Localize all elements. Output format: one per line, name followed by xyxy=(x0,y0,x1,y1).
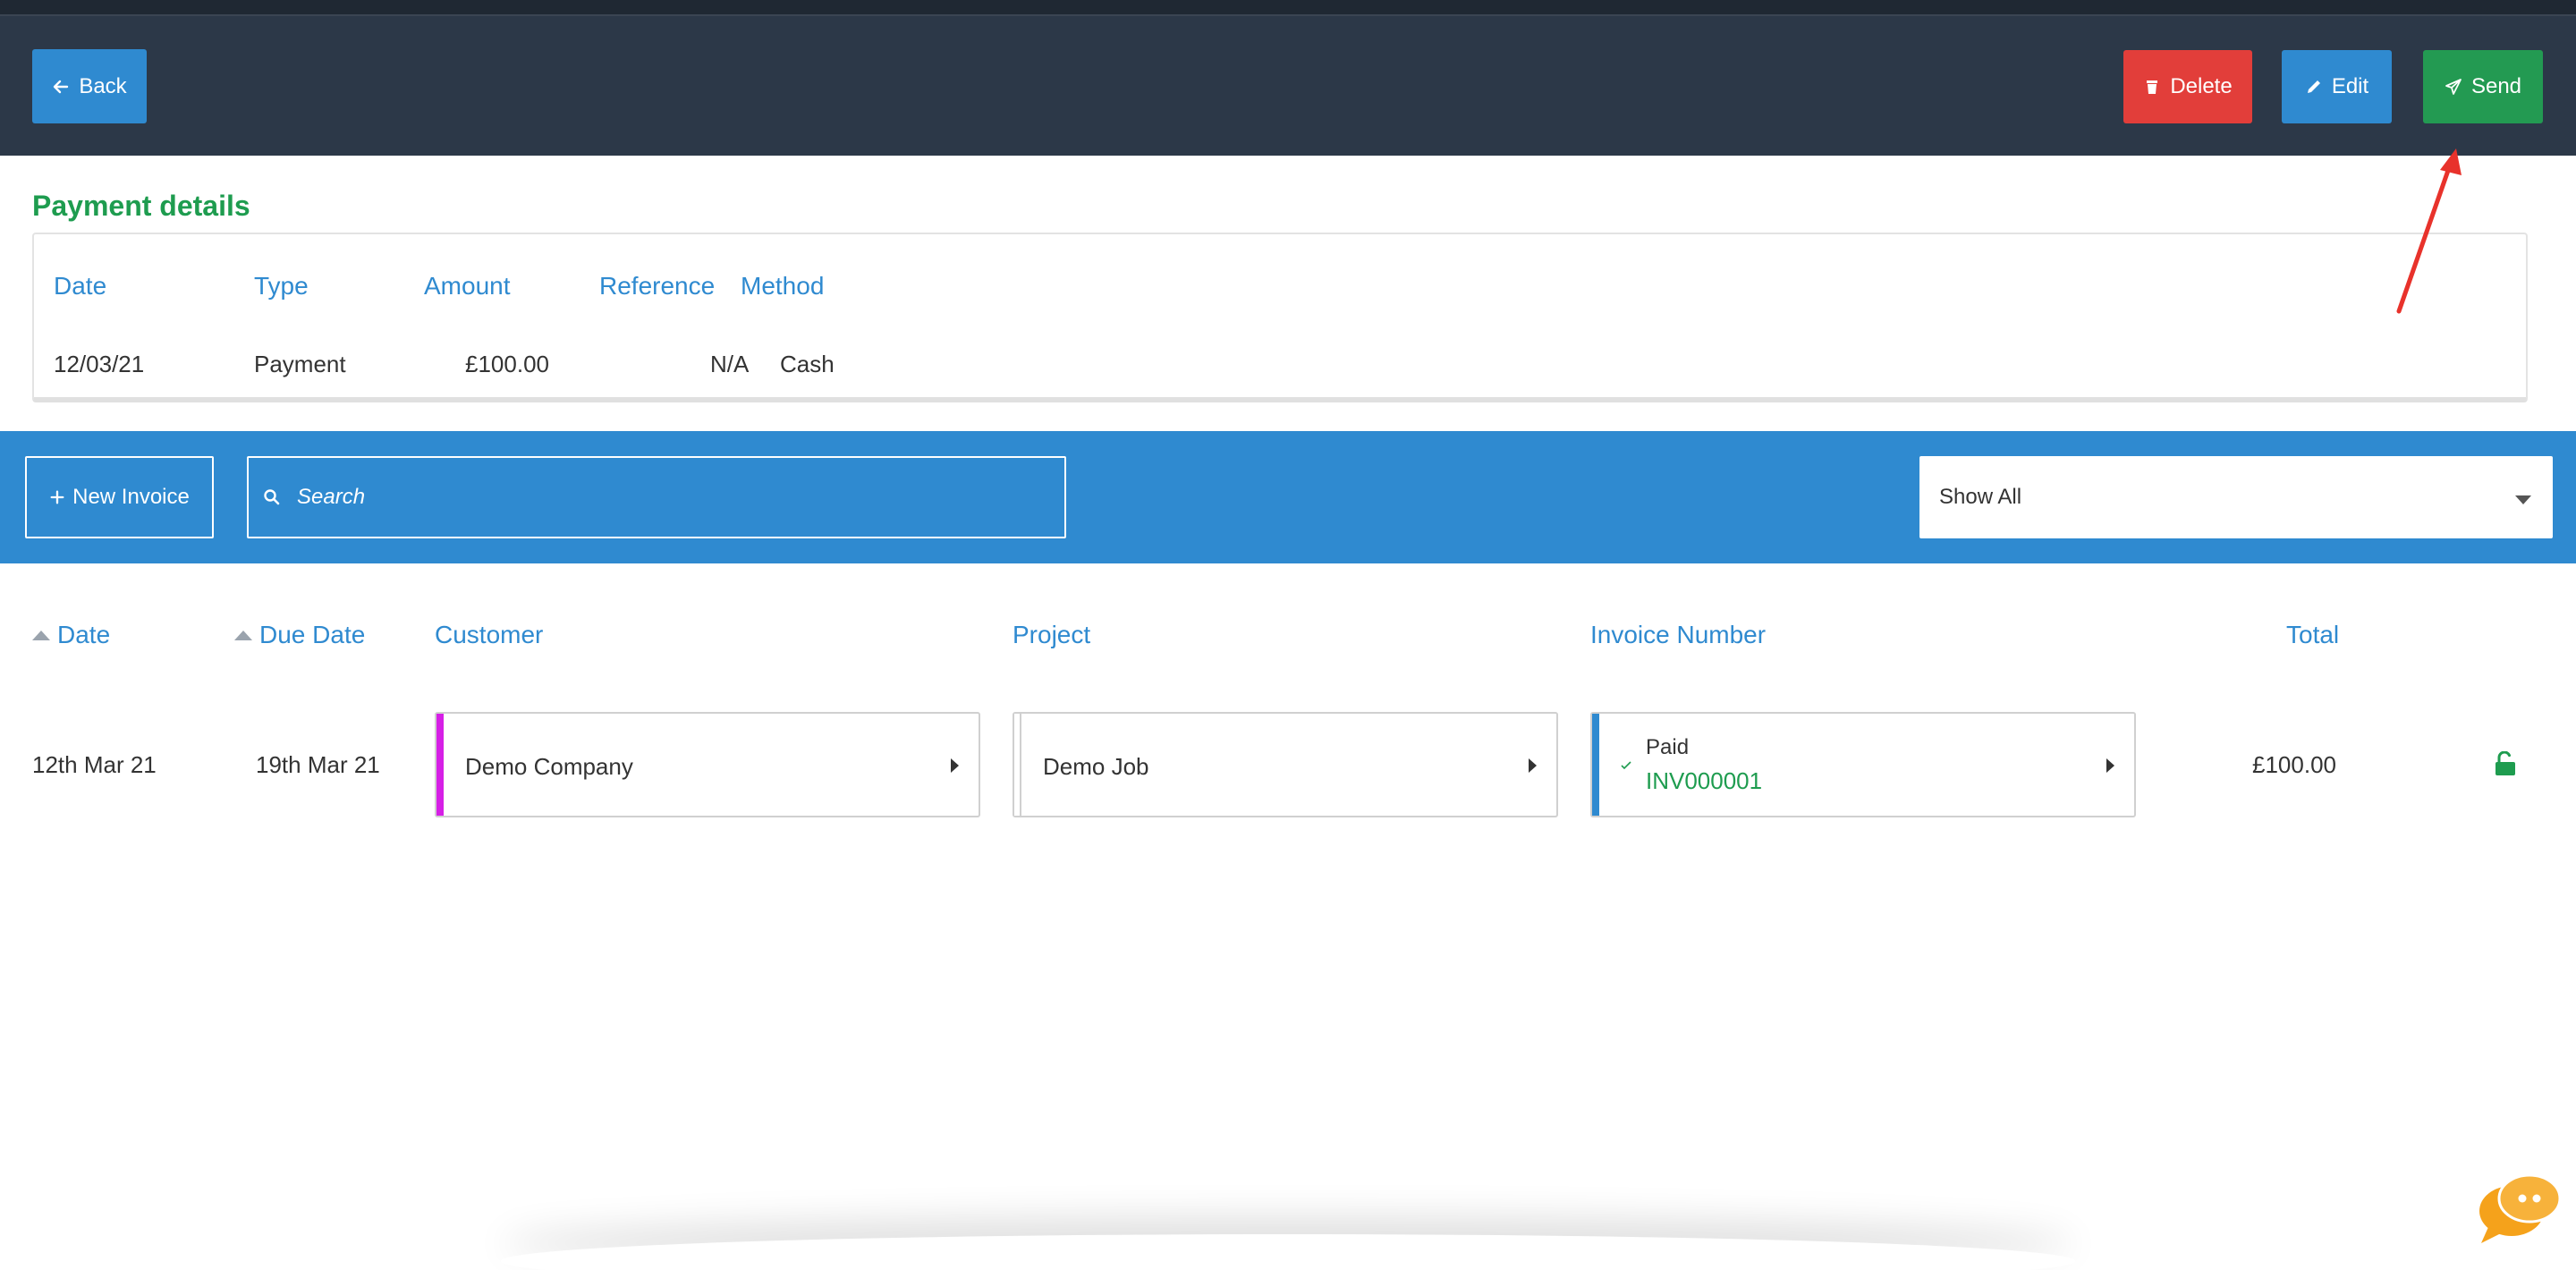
check-icon xyxy=(1621,761,1631,770)
pd-row-reference: N/A xyxy=(710,351,750,377)
pd-header-amount: Amount xyxy=(424,272,511,300)
column-header-customer[interactable]: Customer xyxy=(435,621,543,649)
sort-up-icon xyxy=(234,630,252,640)
chevron-right-icon xyxy=(951,758,959,773)
column-header-date[interactable]: Date xyxy=(32,621,110,649)
column-header-invoice-number-label: Invoice Number xyxy=(1590,621,1767,648)
filter-dropdown[interactable]: Show All xyxy=(1919,456,2553,538)
project-name: Demo Job xyxy=(1043,753,1149,780)
new-invoice-label: New Invoice xyxy=(72,485,190,509)
page: Back Delete Edit Send Payment details Da… xyxy=(0,0,2576,1270)
customer-cell[interactable]: Demo Company xyxy=(435,712,980,817)
search-box[interactable] xyxy=(247,456,1066,538)
row-total: £100.00 xyxy=(2252,751,2336,778)
customer-name: Demo Company xyxy=(465,753,633,780)
pd-header-date: Date xyxy=(54,272,107,300)
column-header-customer-label: Customer xyxy=(435,621,544,648)
chevron-right-icon xyxy=(2106,758,2114,773)
column-header-project[interactable]: Project xyxy=(1013,621,1090,649)
row-due-date: 19th Mar 21 xyxy=(256,751,380,778)
invoice-accent-bar xyxy=(1592,714,1599,816)
plus-icon xyxy=(50,490,64,504)
search-icon xyxy=(264,489,280,505)
unlock-icon[interactable] xyxy=(2494,751,2517,776)
send-button-label: Send xyxy=(2470,74,2522,98)
pd-row-amount: £100.00 xyxy=(465,351,549,377)
project-cell[interactable]: Demo Job xyxy=(1013,712,1558,817)
pd-header-type: Type xyxy=(254,272,309,300)
pd-row-date: 12/03/21 xyxy=(54,351,145,377)
delete-button[interactable]: Delete xyxy=(2123,50,2252,123)
bottom-shadow xyxy=(501,1234,2075,1270)
customer-accent-bar xyxy=(436,714,444,816)
column-header-total[interactable]: Total xyxy=(2286,621,2339,649)
column-header-date-label: Date xyxy=(57,621,111,648)
annotation-arrow-icon xyxy=(2396,148,2462,314)
back-button[interactable]: Back xyxy=(32,49,147,123)
column-header-total-label: Total xyxy=(2286,621,2340,648)
caret-down-icon xyxy=(2515,495,2531,504)
pd-header-method: Method xyxy=(741,272,825,300)
pencil-icon xyxy=(2307,80,2320,93)
app-header: Back Delete Edit Send xyxy=(0,16,2576,156)
column-header-project-label: Project xyxy=(1013,621,1091,648)
arrow-left-icon xyxy=(54,80,69,93)
back-button-label: Back xyxy=(79,73,127,98)
payment-details-title: Payment details xyxy=(32,190,250,222)
chat-bubbles-icon[interactable] xyxy=(2476,1172,2562,1247)
invoice-number-cell[interactable]: Paid INV000001 xyxy=(1590,712,2136,817)
filter-selected-value: Show All xyxy=(1939,485,2022,509)
payment-details-card: Date Type Amount Reference Method 12/03/… xyxy=(32,233,2528,402)
paper-plane-icon xyxy=(2445,79,2462,95)
column-header-due-date[interactable]: Due Date xyxy=(234,621,365,649)
row-date: 12th Mar 21 xyxy=(32,751,157,778)
pd-row-method: Cash xyxy=(780,351,835,377)
send-button[interactable]: Send xyxy=(2423,50,2543,123)
project-accent-bar xyxy=(1014,714,1021,816)
pd-row-type: Payment xyxy=(254,351,346,377)
column-header-due-date-label: Due Date xyxy=(259,621,366,648)
invoice-number: INV000001 xyxy=(1646,767,1763,794)
invoice-toolbar: New Invoice Show All xyxy=(0,431,2576,563)
chevron-right-icon xyxy=(1529,758,1537,773)
window-top-strip xyxy=(0,0,2576,16)
column-header-invoice-number[interactable]: Invoice Number xyxy=(1590,621,1766,649)
pd-header-reference: Reference xyxy=(599,272,716,300)
trash-icon xyxy=(2147,80,2158,94)
edit-button[interactable]: Edit xyxy=(2282,50,2392,123)
delete-button-label: Delete xyxy=(2170,74,2233,98)
search-input[interactable] xyxy=(297,485,1030,510)
new-invoice-button[interactable]: New Invoice xyxy=(25,456,214,538)
sort-up-icon xyxy=(32,630,50,640)
edit-button-label: Edit xyxy=(2331,74,2369,98)
invoice-status: Paid xyxy=(1646,735,1690,759)
